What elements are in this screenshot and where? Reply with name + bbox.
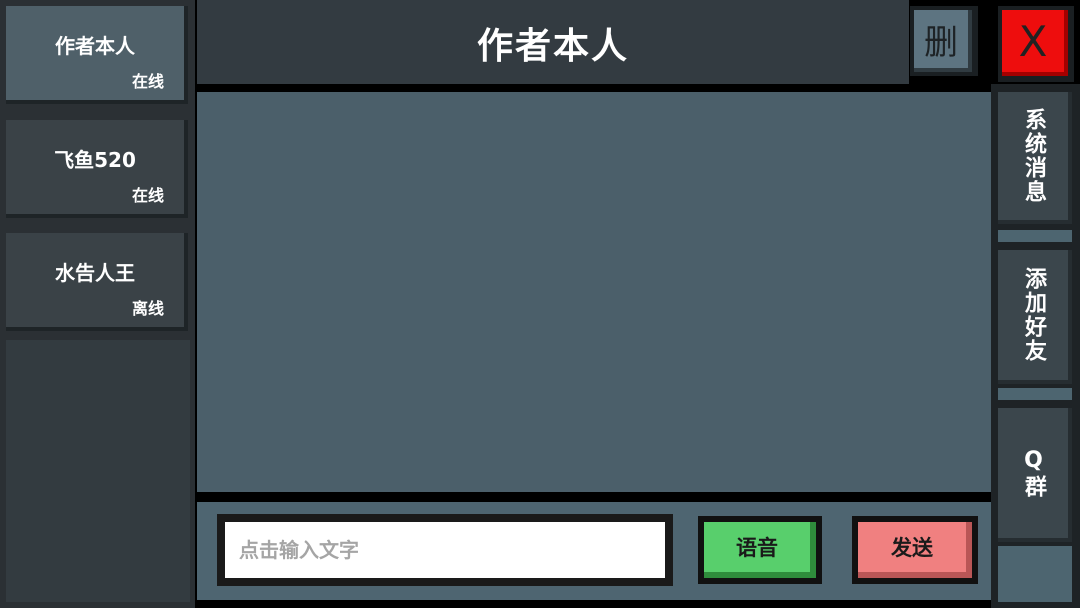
sidebar-divider <box>998 388 1072 400</box>
close-icon: X <box>1002 10 1068 76</box>
chat-title: 作者本人 <box>476 26 629 67</box>
contact-item-feiyu[interactable]: 飞鱼520 在线 <box>6 120 188 218</box>
close-button[interactable]: X <box>998 6 1074 82</box>
chat-header: 作者本人 <box>197 0 909 84</box>
contact-item-author[interactable]: 作者本人 在线 <box>6 6 188 104</box>
qq-group-button[interactable]: Q群 <box>998 408 1072 542</box>
contact-name: 飞鱼520 <box>54 148 136 172</box>
text-input-frame <box>217 514 673 586</box>
contact-name: 水告人王 <box>55 261 135 285</box>
contact-status: 在线 <box>131 186 164 205</box>
add-friend-button[interactable]: 添加好友 <box>998 250 1072 384</box>
contact-status: 离线 <box>131 299 164 318</box>
send-button[interactable]: 发送 <box>852 516 978 584</box>
system-messages-label: 系统消息 <box>1021 108 1046 204</box>
add-friend-label: 添加好友 <box>1021 267 1046 363</box>
system-messages-button[interactable]: 系统消息 <box>998 92 1072 224</box>
message-input[interactable] <box>225 522 665 578</box>
sidebar-divider <box>998 230 1072 242</box>
sidebar-bottom-area <box>998 546 1072 602</box>
contact-list-empty-area <box>6 340 190 602</box>
voice-button-label: 语音 <box>704 522 816 578</box>
voice-button[interactable]: 语音 <box>698 516 822 584</box>
qq-group-label: Q群 <box>1021 447 1046 499</box>
message-area[interactable] <box>197 92 991 492</box>
contact-status: 在线 <box>131 72 164 91</box>
contact-name: 作者本人 <box>55 34 135 58</box>
delete-button-label: 删 <box>914 10 972 72</box>
contact-item-shuigao[interactable]: 水告人王 离线 <box>6 233 188 331</box>
send-button-label: 发送 <box>858 522 972 578</box>
delete-button[interactable]: 删 <box>910 6 978 76</box>
